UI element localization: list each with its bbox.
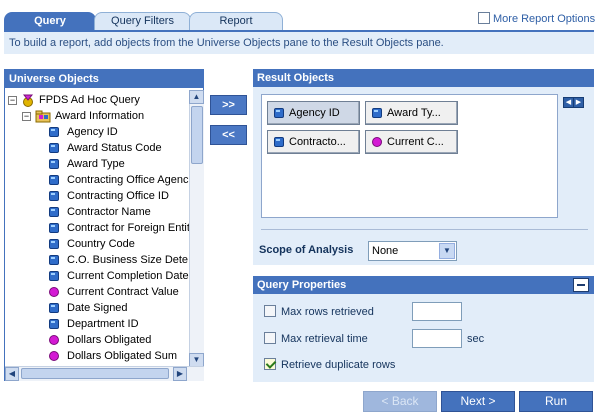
result-chip-label: Current C... (387, 136, 444, 148)
collapse-root-icon[interactable]: − (8, 96, 17, 105)
duplicates-label: Retrieve duplicate rows (281, 359, 396, 371)
horizontal-scrollbar[interactable]: ◀ ▶ (5, 366, 204, 381)
tree-item-label: Dollars Obligated (67, 334, 152, 346)
class-folder-icon (35, 110, 51, 123)
tree-item-label: Award Status Code (67, 142, 162, 154)
result-chip[interactable]: Award Ty... (365, 101, 458, 125)
more-report-options-checkbox[interactable] (478, 12, 490, 25)
back-button[interactable]: < Back (363, 391, 437, 412)
max-time-checkbox[interactable] (264, 332, 276, 345)
dimension-icon (49, 127, 59, 137)
dimension-icon (49, 255, 59, 265)
duplicates-option[interactable]: Retrieve duplicate rows (264, 357, 395, 373)
duplicates-checkbox[interactable] (264, 358, 276, 371)
collapse-folder-icon[interactable]: − (22, 112, 31, 121)
chip-nav: ◀ ▶ (563, 95, 584, 108)
result-chip[interactable]: Contracto... (267, 130, 360, 154)
result-chip[interactable]: Agency ID (267, 101, 360, 125)
dimension-icon (49, 191, 59, 201)
dimension-icon (274, 137, 284, 147)
more-report-options-label: More Report Options (493, 13, 596, 25)
result-chip-label: Contracto... (289, 136, 346, 148)
arrow-right-icon[interactable]: ▶ (573, 97, 584, 108)
max-time-unit: sec (467, 333, 485, 345)
scroll-down-icon[interactable]: ▼ (189, 353, 204, 367)
max-time-option[interactable]: Max retrieval time (264, 331, 368, 347)
tree-item-label: Current Completion Date (67, 270, 189, 282)
dimension-icon (49, 207, 59, 217)
dimension-icon (49, 175, 59, 185)
tab-report[interactable]: Report (189, 12, 283, 30)
scope-of-analysis-label: Scope of Analysis (259, 244, 354, 256)
tree-item-label: Date Signed (67, 302, 128, 314)
result-chip[interactable]: Current C... (365, 130, 458, 154)
tab-query-filters[interactable]: Query Filters (94, 12, 191, 30)
dimension-icon (49, 303, 59, 313)
measure-icon (49, 287, 59, 297)
tree-item-label: Contractor Name (67, 206, 151, 218)
dimension-icon (49, 319, 59, 329)
scroll-left-icon[interactable]: ◀ (5, 367, 19, 381)
vertical-scrollbar[interactable]: ▲ ▼ (189, 90, 204, 368)
next-button[interactable]: Next > (441, 391, 515, 412)
vertical-scroll-thumb[interactable] (191, 106, 203, 164)
result-objects-area[interactable]: Agency ID Award Ty... Contracto... Curre… (261, 94, 558, 218)
universe-icon (22, 94, 34, 107)
result-chip-label: Agency ID (289, 107, 340, 119)
remove-objects-button[interactable]: << (210, 125, 247, 145)
scope-of-analysis-select[interactable]: None ▼ (368, 241, 457, 261)
tree-item-label: Department ID (67, 318, 139, 330)
dimension-icon (49, 223, 59, 233)
chevron-down-icon[interactable]: ▼ (439, 243, 455, 259)
universe-objects-panel: Universe Objects − FPDS Ad Hoc Query − A… (4, 69, 204, 381)
universe-tree: − FPDS Ad Hoc Query − Award Information … (5, 90, 189, 368)
query-properties-title: Query Properties (253, 276, 594, 294)
max-rows-checkbox[interactable] (264, 305, 276, 318)
scope-of-analysis-value: None (372, 245, 399, 257)
tree-item-label: Contract for Foreign Entit (67, 222, 189, 234)
universe-objects-title: Universe Objects (5, 70, 203, 88)
dimension-icon (274, 108, 284, 118)
tree-item-label: Dollars Obligated Sum (67, 350, 178, 362)
max-rows-option[interactable]: Max rows retrieved (264, 304, 374, 320)
tree-root-label: FPDS Ad Hoc Query (39, 94, 140, 106)
divider (261, 229, 588, 230)
tree-item-label: C.O. Business Size Dete (67, 254, 189, 266)
more-report-options[interactable]: More Report Options (478, 12, 596, 27)
tree-item-label: Country Code (67, 238, 135, 250)
dimension-icon (49, 159, 59, 169)
dimension-icon (49, 239, 59, 249)
result-objects-title: Result Objects (253, 69, 594, 87)
max-time-input[interactable] (412, 329, 462, 348)
tree-folder-label: Award Information (55, 110, 145, 122)
tree-item-label: Contracting Office ID (67, 190, 169, 202)
max-rows-input[interactable] (412, 302, 462, 321)
result-chip-label: Award Ty... (387, 107, 441, 119)
query-properties-panel: Query Properties Max rows retrieved Max … (253, 276, 594, 382)
tab-query[interactable]: Query (4, 12, 96, 30)
measure-icon (49, 335, 59, 345)
horizontal-scroll-thumb[interactable] (21, 368, 169, 379)
dimension-icon (372, 108, 382, 118)
tree-item-label: Award Type (67, 158, 125, 170)
max-rows-label: Max rows retrieved (281, 306, 374, 318)
measure-icon (49, 351, 59, 361)
run-button[interactable]: Run (519, 391, 593, 412)
dimension-icon (49, 271, 59, 281)
max-time-label: Max retrieval time (281, 333, 368, 345)
dimension-icon (49, 143, 59, 153)
tree-item-label: Contracting Office Agenc (67, 174, 189, 186)
scroll-right-icon[interactable]: ▶ (173, 367, 187, 381)
instruction-text: To build a report, add objects from the … (4, 32, 594, 54)
add-objects-button[interactable]: >> (210, 95, 247, 115)
collapse-icon[interactable] (573, 278, 589, 292)
measure-icon (372, 137, 382, 147)
tree-item-label: Agency ID (67, 126, 118, 138)
scroll-up-icon[interactable]: ▲ (189, 90, 204, 104)
result-objects-panel: Result Objects Agency ID Award Ty... Con… (253, 69, 594, 265)
tree-item-label: Current Contract Value (67, 286, 179, 298)
